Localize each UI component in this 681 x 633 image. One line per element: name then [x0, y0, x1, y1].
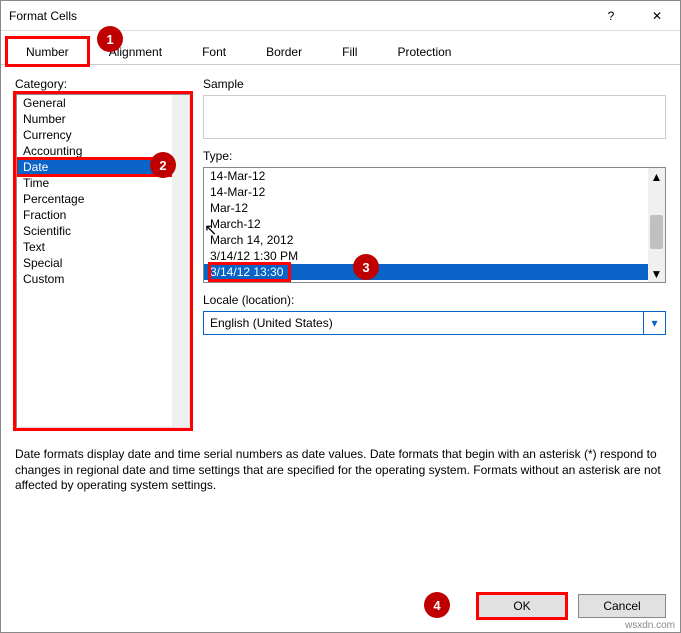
category-item[interactable]: Custom [17, 271, 189, 287]
type-item[interactable]: March-12 [204, 216, 665, 232]
annotation-badge-3: 3 [353, 254, 379, 280]
locale-label: Locale (location): [203, 293, 666, 307]
dialog-buttons: OK Cancel [1, 594, 680, 632]
type-item[interactable]: 3/14/12 13:30 [204, 264, 665, 280]
type-label: Type: [203, 149, 666, 163]
type-item[interactable]: 14-Mar-12 [204, 184, 665, 200]
category-item[interactable]: Number [17, 111, 189, 127]
format-description: Date formats display date and time seria… [15, 447, 666, 494]
right-column: Sample Type: 14-Mar-1214-Mar-12Mar-12Mar… [203, 77, 666, 429]
tab-label: Font [202, 45, 226, 59]
tab-font[interactable]: Font [183, 38, 245, 65]
category-item[interactable]: Text [17, 239, 189, 255]
sample-label: Sample [203, 77, 666, 91]
chevron-down-icon[interactable]: ▾ [643, 312, 665, 334]
category-item[interactable]: Currency [17, 127, 189, 143]
annotation-badge-1: 1 [97, 26, 123, 52]
tab-label: Border [266, 45, 302, 59]
category-column: Category: GeneralNumberCurrencyAccountin… [15, 77, 191, 429]
help-button[interactable]: ? [588, 1, 634, 31]
type-scrollbar[interactable]: ▲ ▼ [648, 168, 665, 282]
ok-button[interactable]: OK [478, 594, 566, 618]
close-button[interactable]: ✕ [634, 1, 680, 31]
tab-number[interactable]: Number [7, 38, 88, 65]
annotation-badge-4: 4 [424, 592, 450, 618]
help-icon: ? [608, 9, 615, 23]
titlebar: Format Cells ? ✕ [1, 1, 680, 31]
category-item[interactable]: Percentage [17, 191, 189, 207]
scroll-down-icon[interactable]: ▼ [648, 265, 665, 282]
scroll-up-icon[interactable]: ▲ [648, 168, 665, 185]
category-item[interactable]: Fraction [17, 207, 189, 223]
type-item[interactable]: Mar-12 [204, 200, 665, 216]
category-scrollbar[interactable] [172, 95, 189, 427]
cancel-button[interactable]: Cancel [578, 594, 666, 618]
dialog-content: Category: GeneralNumberCurrencyAccountin… [1, 65, 680, 594]
format-cells-dialog: Format Cells ? ✕ Number Alignment Font B… [0, 0, 681, 633]
button-label: OK [513, 599, 530, 613]
type-item[interactable]: March 14, 2012 [204, 232, 665, 248]
window-title: Format Cells [9, 9, 588, 23]
category-label: Category: [15, 77, 191, 91]
category-item[interactable]: Special [17, 255, 189, 271]
annotation-badge-2: 2 [150, 152, 176, 178]
category-item[interactable]: General [17, 95, 189, 111]
tab-border[interactable]: Border [247, 38, 321, 65]
tab-label: Number [26, 45, 69, 59]
category-listbox[interactable]: GeneralNumberCurrencyAccountingDateTimeP… [15, 93, 191, 429]
locale-select[interactable]: English (United States) ▾ [203, 311, 666, 335]
tab-label: Protection [397, 45, 451, 59]
tab-protection[interactable]: Protection [378, 38, 470, 65]
tab-fill[interactable]: Fill [323, 38, 376, 65]
type-item[interactable]: 3/14/12 1:30 PM [204, 248, 665, 264]
tab-label: Fill [342, 45, 357, 59]
watermark: wsxdn.com [625, 620, 675, 631]
button-label: Cancel [603, 599, 640, 613]
type-listbox[interactable]: 14-Mar-1214-Mar-12Mar-12March-12March 14… [203, 167, 666, 283]
type-item[interactable]: 14-Mar-12 [204, 168, 665, 184]
close-icon: ✕ [652, 9, 662, 23]
sample-box [203, 95, 666, 139]
locale-value: English (United States) [210, 316, 333, 330]
category-item[interactable]: Scientific [17, 223, 189, 239]
